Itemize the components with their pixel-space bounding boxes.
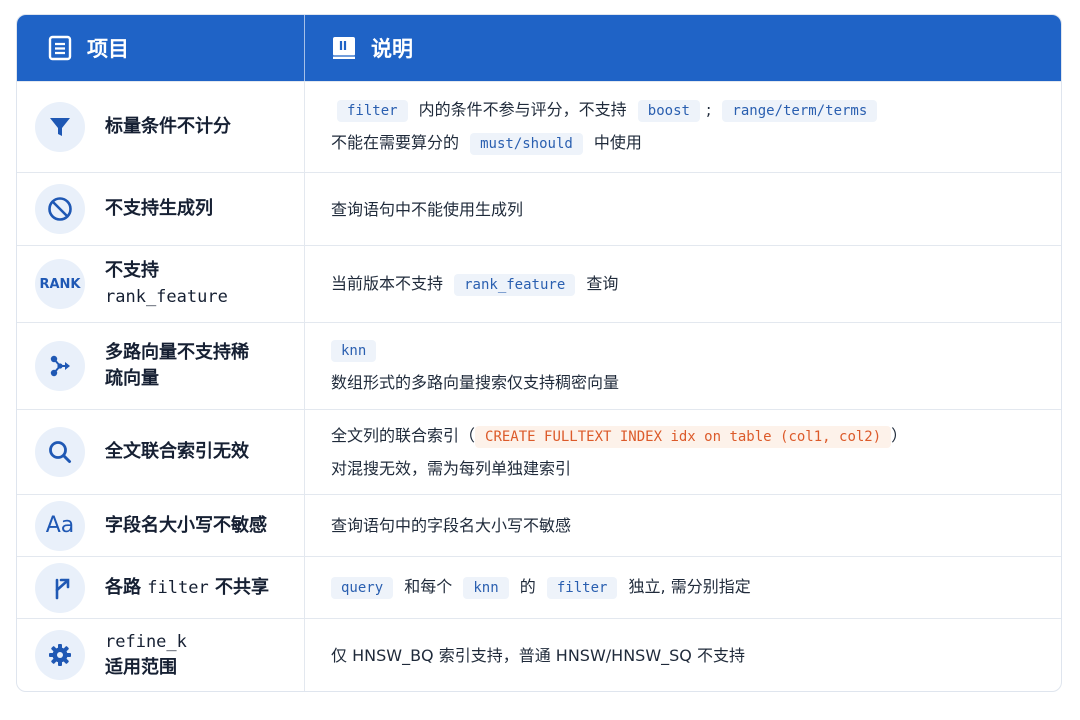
font-case-icon: Aa [35, 500, 85, 551]
code-snippet: knn [331, 340, 377, 362]
title-text: 各路 [105, 576, 141, 598]
desc-text: 查询语句中的字段名大小写不敏感 [331, 516, 572, 535]
row-title: 全文联合索引无效 [105, 441, 249, 462]
row-description: filter 内的条件不参与评分，不支持 boost; range/term/t… [305, 82, 1061, 172]
header-item-column: 项目 [17, 15, 305, 81]
row-title: refine_k 适用范围 [105, 629, 187, 681]
table-row: refine_k 适用范围 仅 HNSW_BQ 索引支持，普通 HNSW/HNS… [17, 618, 1061, 691]
search-icon [35, 427, 85, 477]
desc-text: 内的条件不参与评分，不支持 [418, 100, 627, 119]
title-text: 不共享 [214, 576, 269, 598]
desc-text: 和每个 [404, 577, 453, 596]
title-line: 不支持 [105, 260, 159, 281]
code-snippet: filter [546, 577, 618, 599]
row-title: 不支持 rank_feature [105, 258, 228, 310]
desc-text: ; [705, 100, 712, 119]
header-desc-column: 说明 [305, 15, 1061, 81]
rank-icon: RANK [35, 259, 85, 309]
desc-text: 当前版本不支持 [331, 273, 444, 293]
header-desc-label: 说明 [371, 37, 413, 61]
title-line: refine_k [105, 632, 187, 652]
row-description: 查询语句中的字段名大小写不敏感 [305, 495, 1061, 556]
desc-text: 中使用 [593, 133, 642, 152]
code-snippet: query [331, 577, 394, 599]
table-row: 全文联合索引无效 全文列的联合索引（ CREATE FULLTEXT INDEX … [17, 409, 1061, 494]
code-snippet: filter [337, 100, 408, 122]
desc-text: 数组形式的多路向量搜索仅支持稠密向量 [331, 373, 620, 392]
table-row: 标量条件不计分 filter 内的条件不参与评分，不支持 boost; rang… [17, 81, 1061, 172]
gear-icon [35, 630, 85, 680]
code-snippet: range/term/terms [722, 100, 878, 122]
list-icon [48, 35, 72, 61]
book-icon [333, 37, 355, 59]
table-row: 不支持生成列 查询语句中不能使用生成列 [17, 172, 1061, 245]
filter-icon [35, 102, 85, 152]
table-row: 各路 filter 不共享 query 和每个 knn 的 filter 独立,… [17, 556, 1061, 618]
desc-text: 查询语句中不能使用生成列 [331, 199, 524, 219]
row-description: 仅 HNSW_BQ 索引支持，普通 HNSW/HNSW_SQ 不支持 [305, 619, 1061, 691]
code-snippet: boost [637, 100, 700, 122]
desc-text: 对混搜无效，需为每列单独建索引 [331, 459, 572, 478]
code-snippet: knn [463, 577, 509, 599]
row-title: 各路 filter 不共享 [105, 575, 269, 601]
row-title: 标量条件不计分 [105, 116, 231, 137]
row-description: knn 数组形式的多路向量搜索仅支持稠密向量 [305, 323, 1061, 409]
comparison-table: 项目 说明 标量条件不计分 filter 内的条件不参与评分，不支持 boost… [16, 14, 1062, 692]
desc-text: 独立, 需分别指定 [628, 577, 751, 596]
table-row: Aa 字段名大小写不敏感 查询语句中的字段名大小写不敏感 [17, 494, 1061, 556]
desc-text: 不能在需要算分的 [331, 133, 460, 152]
row-description: 当前版本不支持 rank_feature 查询 [305, 246, 1061, 322]
title-line: 多路向量不支持稀 [105, 342, 249, 363]
desc-text: 全文列的联合索引（ [331, 426, 476, 445]
title-line: 疏向量 [105, 368, 159, 389]
code-snippet: CREATE FULLTEXT INDEX idx on table (col1… [475, 426, 892, 448]
title-line: rank_feature [105, 287, 228, 307]
branch-icon [35, 562, 85, 613]
table-header: 项目 说明 [17, 15, 1061, 81]
row-title: 字段名大小写不敏感 [105, 514, 267, 536]
desc-text: ） [891, 426, 908, 445]
desc-text: 查询 [586, 273, 619, 293]
title-line: 适用范围 [105, 657, 177, 678]
title-code: filter [147, 577, 209, 598]
vector-icon [35, 341, 85, 391]
desc-text: 仅 HNSW_BQ 索引支持，普通 HNSW/HNSW_SQ 不支持 [331, 645, 745, 665]
code-snippet: rank_feature [454, 273, 576, 296]
header-item-label: 项目 [87, 37, 129, 61]
table-row: RANK 不支持 rank_feature 当前版本不支持 rank_featu… [17, 245, 1061, 322]
ban-icon [35, 184, 85, 234]
table-row: 多路向量不支持稀 疏向量 knn 数组形式的多路向量搜索仅支持稠密向量 [17, 322, 1061, 409]
row-description: 查询语句中不能使用生成列 [305, 173, 1061, 245]
row-title: 不支持生成列 [105, 198, 213, 219]
desc-text: 的 [519, 577, 536, 596]
row-description: 全文列的联合索引（ CREATE FULLTEXT INDEX idx on ta… [305, 410, 1061, 494]
row-title: 多路向量不支持稀 疏向量 [105, 340, 249, 392]
code-snippet: must/should [470, 133, 583, 155]
row-description: query 和每个 knn 的 filter 独立, 需分别指定 [305, 557, 1061, 618]
